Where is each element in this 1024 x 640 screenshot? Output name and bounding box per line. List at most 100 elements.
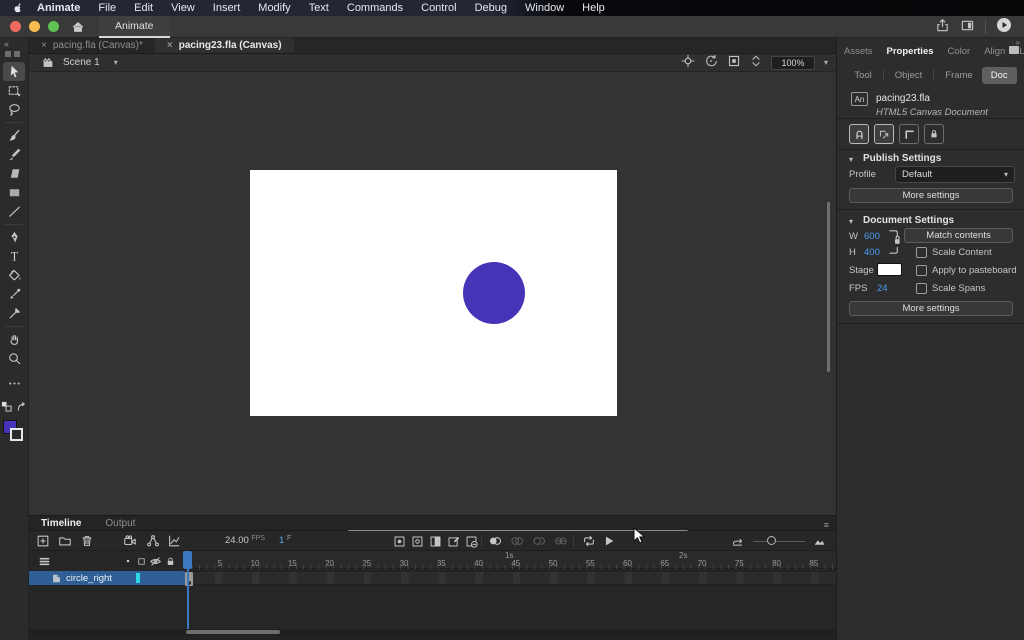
menu-item[interactable]: Animate (28, 2, 89, 14)
swap-colors-icon[interactable] (16, 401, 27, 415)
rotation-tool-icon[interactable] (704, 54, 718, 71)
hide-layers-icon[interactable] (148, 554, 162, 568)
layer-row[interactable]: circle_right (29, 571, 185, 585)
frames-grid[interactable] (185, 569, 836, 629)
rectangle-tool[interactable] (3, 183, 25, 202)
delete-icon[interactable] (79, 533, 95, 549)
width-value[interactable]: 600 (864, 231, 880, 242)
new-layer-icon[interactable] (35, 533, 51, 549)
outline-view-icon[interactable] (134, 554, 148, 568)
menu-item[interactable]: Debug (466, 2, 516, 14)
layer-name[interactable]: circle_right (66, 573, 112, 584)
apply-pasteboard-checkbox[interactable] (916, 265, 927, 276)
tab-assets[interactable]: Assets (837, 46, 880, 57)
chevron-down-icon[interactable]: ▾ (114, 58, 118, 67)
edit-multiple-frames-icon[interactable] (531, 533, 547, 549)
document-more-settings-button[interactable]: More settings (849, 301, 1013, 316)
snap-to-objects-toggle[interactable] (849, 124, 869, 144)
link-wh-icon[interactable] (887, 229, 902, 258)
hand-tool[interactable] (3, 330, 25, 349)
share-icon[interactable] (935, 18, 950, 36)
close-window-button[interactable] (10, 21, 21, 32)
free-transform-tool[interactable] (3, 81, 25, 100)
stage[interactable] (250, 170, 617, 416)
zoom-presets-chevron-icon[interactable]: ▾ (824, 58, 828, 67)
menu-item[interactable]: Commands (338, 2, 412, 14)
tab-output[interactable]: Output (93, 518, 147, 529)
close-icon[interactable]: × (167, 40, 173, 51)
menu-item[interactable]: Text (300, 2, 338, 14)
fps-value[interactable]: 24 (877, 283, 888, 294)
chevron-down-icon[interactable]: ▾ (849, 217, 853, 226)
eyedropper-tool[interactable] (3, 285, 25, 304)
playhead[interactable] (183, 551, 192, 569)
menu-item[interactable]: View (162, 2, 204, 14)
lasso-tool[interactable] (3, 100, 25, 119)
zoom-stepper[interactable] (750, 54, 762, 71)
tab-properties[interactable]: Properties (880, 46, 941, 57)
frame-rate[interactable]: 24.00 FPS (225, 535, 265, 546)
subtab-frame[interactable]: Frame (936, 67, 981, 84)
minimize-window-button[interactable] (29, 21, 40, 32)
apple-icon[interactable] (12, 2, 24, 14)
line-tool[interactable] (3, 202, 25, 221)
asset-warp-tool[interactable] (3, 304, 25, 323)
fill-stroke-indicator[interactable] (2, 419, 26, 445)
camera-icon[interactable] (122, 533, 138, 549)
publish-more-settings-button[interactable]: More settings (849, 188, 1013, 203)
insert-blank-keyframe-icon[interactable] (409, 533, 425, 549)
scale-spans-checkbox[interactable] (916, 283, 927, 294)
timeline-zoom-slider-knob[interactable] (767, 536, 776, 545)
layer-frames-row[interactable] (185, 571, 836, 585)
current-frame[interactable]: 1 F (279, 535, 291, 546)
subtab-tool[interactable]: Tool (845, 67, 880, 84)
insert-keyframe-icon[interactable] (391, 533, 407, 549)
selection-tool[interactable] (3, 62, 25, 81)
snap-to-grid-toggle[interactable] (899, 124, 919, 144)
clip-content-icon[interactable] (727, 54, 741, 71)
subtab-doc[interactable]: Doc (982, 67, 1017, 84)
lock-layers-icon[interactable] (163, 554, 177, 568)
workspace-tab[interactable]: Animate (99, 16, 170, 38)
menu-item[interactable]: Window (516, 2, 573, 14)
zoom-level-input[interactable]: 100% (771, 56, 815, 70)
new-folder-icon[interactable] (57, 533, 73, 549)
height-value[interactable]: 400 (864, 247, 880, 258)
lock-toggle[interactable] (924, 124, 944, 144)
show-all-dot-icon[interactable] (121, 554, 135, 568)
classic-brush-tool[interactable] (3, 145, 25, 164)
timeline-scrollbar-thumb[interactable] (186, 630, 280, 634)
workspace-switcher-icon[interactable] (960, 18, 975, 36)
onion-skin-icon[interactable] (487, 533, 503, 549)
layer-depth-icon[interactable] (166, 533, 182, 549)
loop-icon[interactable] (581, 533, 597, 549)
zoom-window-button[interactable] (48, 21, 59, 32)
play-button[interactable] (601, 533, 617, 549)
document-tab-active[interactable]: × pacing23.fla (Canvas) (155, 38, 294, 53)
auto-keyframe-icon[interactable] (445, 533, 461, 549)
timeline-zoom-slider-track[interactable] (753, 541, 805, 543)
scale-content-checkbox[interactable] (916, 247, 927, 258)
text-tool[interactable]: T (3, 247, 25, 266)
stroke-color-swatch[interactable] (10, 428, 23, 441)
match-contents-button[interactable]: Match contents (904, 228, 1013, 243)
onion-range-icon[interactable] (553, 533, 569, 549)
vertical-scrollbar[interactable] (827, 202, 830, 372)
default-colors-icon[interactable] (1, 401, 12, 415)
tab-timeline[interactable]: Timeline (29, 518, 93, 529)
menu-item[interactable]: Control (412, 2, 465, 14)
onion-skin-outlines-icon[interactable] (509, 533, 525, 549)
pen-tool[interactable] (3, 228, 25, 247)
scene-name[interactable]: Scene 1 (63, 57, 100, 68)
quick-publish-icon[interactable] (996, 17, 1012, 36)
zoom-timeline-full-icon[interactable] (811, 533, 827, 549)
zoom-tool[interactable] (3, 349, 25, 368)
close-icon[interactable]: × (41, 40, 47, 51)
fluid-brush-tool[interactable] (3, 126, 25, 145)
layer-parenting-icon[interactable] (145, 533, 161, 549)
stage-circle-shape[interactable] (463, 262, 525, 324)
panel-options-icon[interactable] (1009, 46, 1019, 54)
collapse-tools-icon[interactable]: « (0, 38, 9, 50)
menu-item[interactable]: Insert (204, 2, 250, 14)
snap-align-toggle[interactable] (874, 124, 894, 144)
